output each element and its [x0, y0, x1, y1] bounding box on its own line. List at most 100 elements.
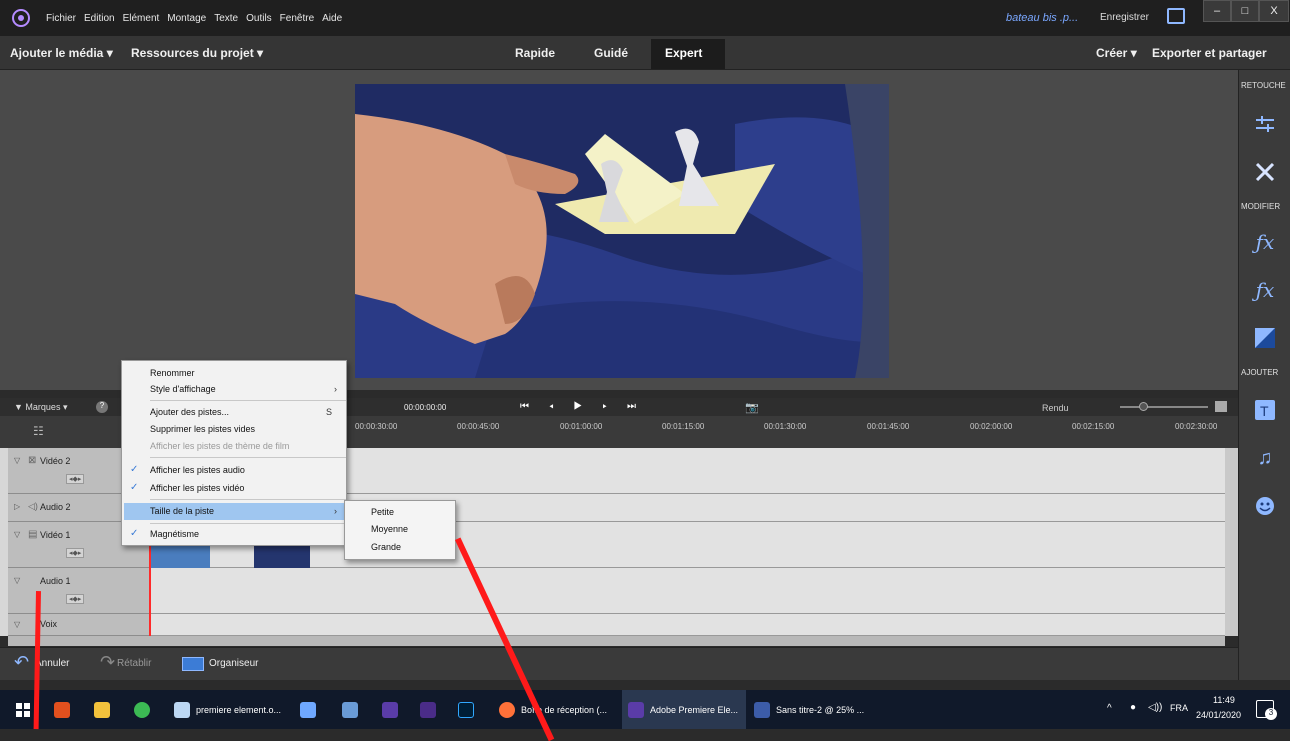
- menu-aide[interactable]: Aide: [322, 13, 342, 24]
- submenu-item-medium[interactable]: Moyenne: [371, 524, 408, 534]
- menu-item-magnetism[interactable]: Magnétisme: [150, 529, 199, 539]
- microphone-icon[interactable]: ●: [1130, 702, 1136, 713]
- menu-edition[interactable]: Edition: [84, 13, 115, 24]
- zoom-slider[interactable]: [1120, 406, 1208, 408]
- section-ajouter: AJOUTER: [1241, 368, 1279, 377]
- collapse-arrow-icon[interactable]: ▽: [14, 456, 20, 465]
- start-button[interactable]: [16, 690, 30, 729]
- menu-fichier[interactable]: Fichier: [46, 13, 76, 24]
- track-name: Vidéo 1: [40, 530, 71, 540]
- graphics-icon[interactable]: [1251, 492, 1279, 520]
- organizer-button[interactable]: Organiseur: [209, 658, 258, 669]
- menu-montage[interactable]: Montage: [167, 13, 206, 24]
- undo-icon[interactable]: ↶: [14, 652, 29, 673]
- video-preview[interactable]: [355, 84, 889, 378]
- premiere-icon[interactable]: [382, 690, 404, 729]
- snapshot-icon[interactable]: 📷: [745, 401, 759, 414]
- window-icon[interactable]: [342, 690, 364, 729]
- keyframe-controls[interactable]: ◂◆▸: [66, 594, 85, 604]
- video-clip[interactable]: [150, 546, 210, 568]
- video-clip[interactable]: [254, 546, 310, 568]
- titles-icon[interactable]: T: [1251, 396, 1279, 424]
- tab-guide[interactable]: Guidé: [594, 46, 628, 60]
- project-assets-button[interactable]: Ressources du projet ▾: [131, 46, 263, 60]
- photoshop-icon[interactable]: [458, 690, 480, 729]
- clock-date[interactable]: 24/01/2020: [1196, 710, 1241, 720]
- transport-controls[interactable]: ⏮◂▶▸⏭: [520, 401, 656, 412]
- track-options-icon[interactable]: ☷: [33, 424, 44, 438]
- close-button[interactable]: X: [1259, 0, 1289, 22]
- menu-element[interactable]: Elément: [123, 13, 160, 24]
- taskbar-app-label: premiere element.o...: [196, 704, 282, 715]
- menu-fenetre[interactable]: Fenêtre: [280, 13, 314, 24]
- submenu-item-large[interactable]: Grande: [371, 542, 401, 552]
- premiere-organizer-icon[interactable]: [420, 690, 442, 729]
- redo-button[interactable]: Rétablir: [117, 658, 151, 669]
- menu-item-show-video-tracks[interactable]: Afficher les pistes vidéo: [150, 483, 244, 493]
- taskbar-app-word-doc[interactable]: premiere element.o...: [174, 690, 281, 729]
- track-header-voice[interactable]: ▽ Voix: [8, 614, 150, 636]
- menu-item-add-tracks[interactable]: Ajouter des pistes...: [150, 407, 229, 417]
- vertical-scrollbar[interactable]: [1225, 448, 1238, 636]
- ruler-label: 00:02:00:00: [970, 422, 1013, 431]
- track-lane-voice[interactable]: [150, 614, 1225, 636]
- adjust-sliders-icon[interactable]: [1251, 110, 1279, 138]
- export-share-button[interactable]: Exporter et partager: [1152, 46, 1267, 60]
- add-media-button[interactable]: Ajouter le média ▾: [10, 46, 113, 60]
- horizontal-scrollbar[interactable]: [8, 636, 1225, 646]
- file-explorer-icon[interactable]: [94, 690, 116, 729]
- app-logo-icon[interactable]: [8, 6, 34, 30]
- clock-time[interactable]: 11:49: [1213, 695, 1235, 705]
- taskbar-app-premiere[interactable]: Adobe Premiere Ele...: [622, 690, 746, 729]
- language-indicator[interactable]: FRA: [1170, 703, 1188, 713]
- fullscreen-icon[interactable]: [1167, 8, 1185, 24]
- music-icon[interactable]: ♫: [1251, 444, 1279, 472]
- tools-icon[interactable]: [1251, 158, 1279, 186]
- collapse-arrow-icon[interactable]: ▽: [14, 576, 20, 585]
- menu-item-show-audio-tracks[interactable]: Afficher les pistes audio: [150, 465, 245, 475]
- taskbar-app-untitled[interactable]: Sans titre-2 @ 25% ...: [754, 690, 864, 729]
- collapse-arrow-icon[interactable]: ▽: [14, 620, 20, 629]
- keyframe-controls[interactable]: ◂◆▸: [66, 474, 85, 484]
- minimize-button[interactable]: –: [1203, 0, 1231, 22]
- zoom-slider-handle[interactable]: [1139, 402, 1148, 411]
- menu-item-delete-empty-tracks[interactable]: Supprimer les pistes vides: [150, 424, 255, 434]
- create-button[interactable]: Créer ▾: [1096, 46, 1137, 60]
- tray-chevron-icon[interactable]: ^: [1107, 703, 1112, 714]
- taskbar-app-label: Adobe Premiere Ele...: [650, 704, 739, 715]
- render-button[interactable]: Rendu: [1042, 403, 1069, 413]
- track-lane-audio1[interactable]: [150, 568, 1225, 614]
- effects-icon[interactable]: ƒx: [1251, 276, 1279, 304]
- books-icon[interactable]: [300, 690, 322, 729]
- track-header-audio1[interactable]: ▽ Audio 1 ◂◆▸: [8, 568, 150, 614]
- media-player-icon[interactable]: [54, 690, 76, 729]
- chrome-icon[interactable]: [134, 690, 156, 729]
- transitions-icon[interactable]: [1251, 324, 1279, 352]
- help-icon[interactable]: ?: [96, 401, 108, 413]
- organizer-icon[interactable]: [182, 657, 204, 671]
- menu-item-display-style[interactable]: Style d'affichage: [150, 384, 216, 394]
- tab-rapide[interactable]: Rapide: [515, 46, 555, 60]
- ruler-label: 00:02:30:00: [1175, 422, 1218, 431]
- document-name[interactable]: bateau bis .p...: [1006, 12, 1078, 24]
- timecode-display: 00:00:00:00: [404, 403, 447, 412]
- menu-outils[interactable]: Outils: [246, 13, 272, 24]
- redo-icon[interactable]: ↷: [100, 652, 115, 673]
- collapse-arrow-icon[interactable]: ▽: [14, 530, 20, 539]
- maximize-button[interactable]: □: [1231, 0, 1259, 22]
- taskbar-app-firefox[interactable]: Boîte de réception (...: [499, 690, 607, 729]
- tab-expert[interactable]: Expert: [665, 46, 702, 60]
- volume-icon[interactable]: ◁)): [1148, 702, 1162, 713]
- undo-button[interactable]: Annuler: [35, 658, 69, 669]
- markers-dropdown[interactable]: ▼ Marques ▾: [14, 402, 67, 413]
- fit-timeline-icon[interactable]: [1215, 401, 1227, 412]
- save-button[interactable]: Enregistrer: [1100, 12, 1149, 23]
- expand-arrow-icon[interactable]: ▷: [14, 502, 20, 511]
- menu-item-track-size[interactable]: Taille de la piste: [150, 506, 214, 516]
- menu-item-rename[interactable]: Renommer: [150, 368, 195, 378]
- keyframe-controls[interactable]: ◂◆▸: [66, 548, 85, 558]
- menu-texte[interactable]: Texte: [214, 13, 238, 24]
- windows-taskbar: premiere element.o... Boîte de réception…: [0, 690, 1290, 729]
- applied-effects-icon[interactable]: ƒx: [1251, 228, 1279, 256]
- submenu-item-small[interactable]: Petite: [371, 507, 394, 517]
